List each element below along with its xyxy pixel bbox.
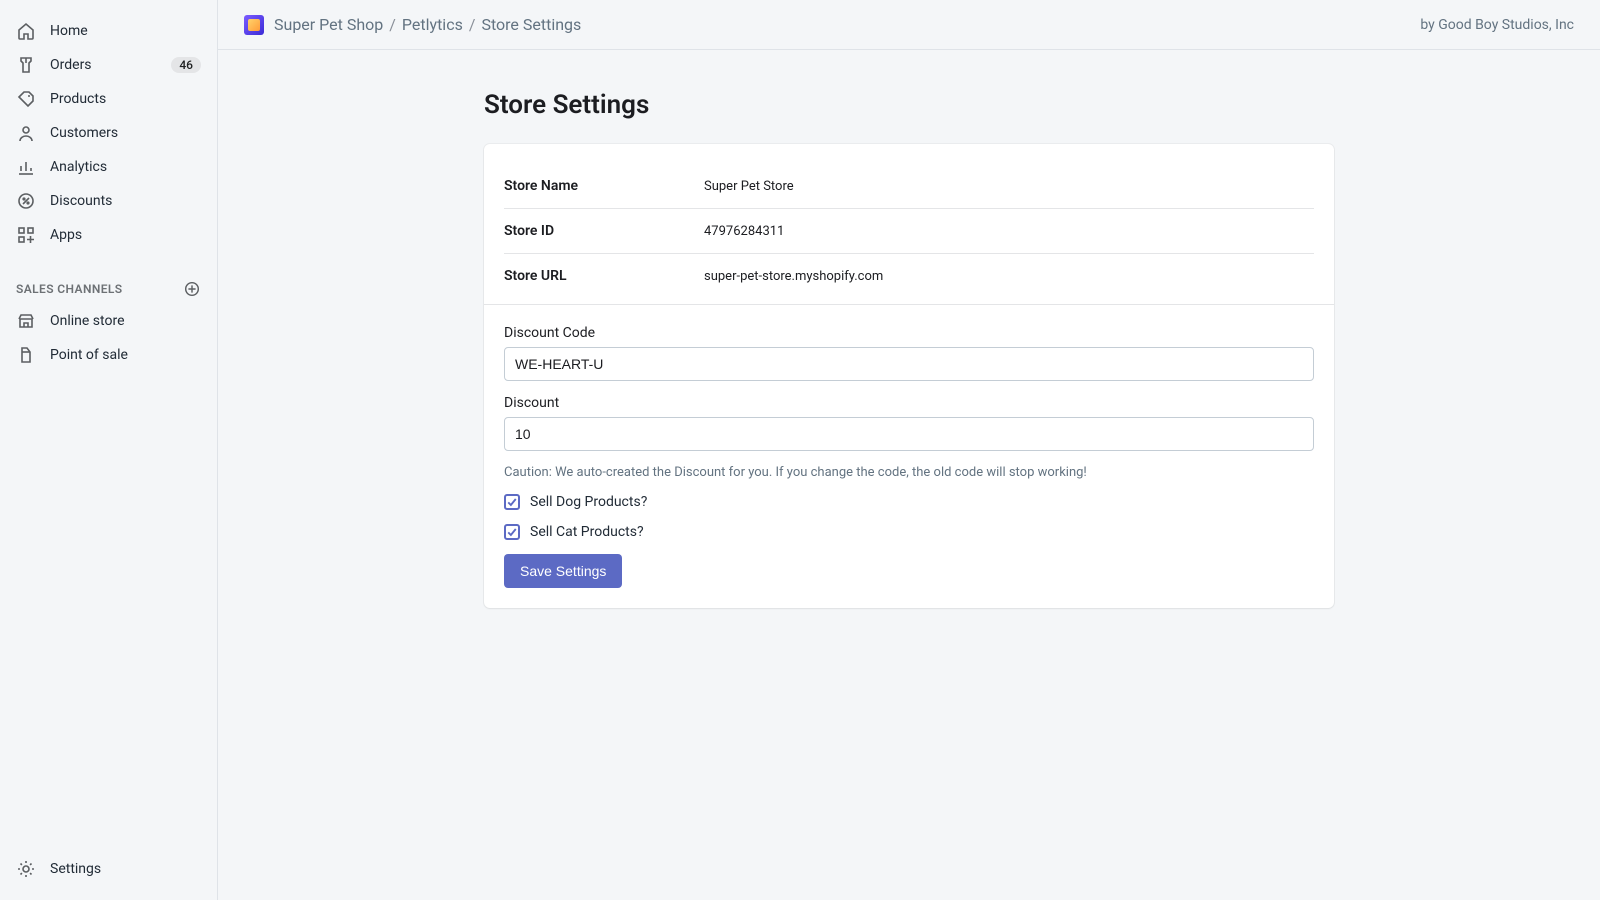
caution-text: Caution: We auto-created the Discount fo… [504,465,1314,480]
pos-icon [16,345,36,365]
sell-cat-label: Sell Cat Products? [530,524,644,540]
sell-dog-checkbox[interactable] [504,494,520,510]
sell-dog-label: Sell Dog Products? [530,494,647,510]
customers-icon [16,123,36,143]
sidebar-item-label: Analytics [50,159,201,175]
home-icon [16,21,36,41]
sales-channels-header: SALES CHANNELS [8,270,209,304]
online-store-icon [16,311,36,331]
store-id-label: Store ID [504,223,704,239]
sidebar-item-label: Customers [50,125,201,141]
sidebar-item-customers[interactable]: Customers [8,116,209,150]
discount-form-section: Discount Code Discount Caution: We auto-… [484,304,1334,608]
store-id-row: Store ID 47976284311 [504,209,1314,254]
sidebar-item-online-store[interactable]: Online store [8,304,209,338]
apps-icon [16,225,36,245]
sales-channels-label: SALES CHANNELS [16,282,123,296]
save-settings-button[interactable]: Save Settings [504,554,622,588]
sidebar-item-label: Apps [50,227,201,243]
sidebar-item-label: Point of sale [50,347,201,363]
sidebar-item-label: Settings [50,861,201,877]
sidebar: Home Orders 46 Products Customers [0,0,218,900]
sell-cat-row: Sell Cat Products? [504,524,1314,540]
settings-card: Store Name Super Pet Store Store ID 4797… [484,144,1334,608]
topbar: Super Pet Shop / Petlytics / Store Setti… [218,0,1600,50]
discount-amount-label: Discount [504,395,1314,411]
page-title: Store Settings [484,90,1334,120]
sidebar-item-label: Discounts [50,193,201,209]
sidebar-item-label: Products [50,91,201,107]
store-name-label: Store Name [504,178,704,194]
sidebar-item-settings[interactable]: Settings [8,852,209,886]
sidebar-item-orders[interactable]: Orders 46 [8,48,209,82]
breadcrumb-page[interactable]: Store Settings [481,15,581,34]
discount-code-label: Discount Code [504,325,1314,341]
store-url-label: Store URL [504,268,704,284]
main-area: Super Pet Shop / Petlytics / Store Setti… [218,0,1600,900]
main-nav: Home Orders 46 Products Customers [0,14,217,252]
breadcrumb: Super Pet Shop / Petlytics / Store Setti… [274,15,581,34]
store-url-value: super-pet-store.myshopify.com [704,269,883,284]
analytics-icon [16,157,36,177]
store-id-value: 47976284311 [704,224,784,239]
products-icon [16,89,36,109]
sidebar-item-label: Online store [50,313,201,329]
discount-amount-group: Discount [504,395,1314,451]
orders-badge: 46 [171,57,201,73]
plus-circle-icon[interactable] [183,280,201,298]
sidebar-item-discounts[interactable]: Discounts [8,184,209,218]
sidebar-item-apps[interactable]: Apps [8,218,209,252]
discount-code-input[interactable] [504,347,1314,381]
sidebar-item-label: Orders [50,57,171,73]
byline: by Good Boy Studios, Inc [1420,17,1574,33]
sidebar-item-analytics[interactable]: Analytics [8,150,209,184]
discount-code-group: Discount Code [504,325,1314,381]
breadcrumb-sep: / [389,15,396,34]
sidebar-item-pos[interactable]: Point of sale [8,338,209,372]
store-url-row: Store URL super-pet-store.myshopify.com [504,254,1314,298]
content: Store Settings Store Name Super Pet Stor… [218,50,1600,648]
app-icon [244,15,264,35]
store-name-value: Super Pet Store [704,179,794,194]
discount-amount-input[interactable] [504,417,1314,451]
breadcrumb-app[interactable]: Petlytics [402,15,463,34]
sidebar-item-home[interactable]: Home [8,14,209,48]
orders-icon [16,55,36,75]
store-name-row: Store Name Super Pet Store [504,164,1314,209]
gear-icon [16,859,36,879]
sidebar-item-label: Home [50,23,201,39]
sidebar-footer: Settings [0,852,217,900]
sell-cat-checkbox[interactable] [504,524,520,540]
discounts-icon [16,191,36,211]
sell-dog-row: Sell Dog Products? [504,494,1314,510]
store-info-section: Store Name Super Pet Store Store ID 4797… [484,144,1334,304]
breadcrumb-store[interactable]: Super Pet Shop [274,15,383,34]
breadcrumb-sep: / [469,15,476,34]
sidebar-item-products[interactable]: Products [8,82,209,116]
sales-channels-nav: Online store Point of sale [0,304,217,372]
